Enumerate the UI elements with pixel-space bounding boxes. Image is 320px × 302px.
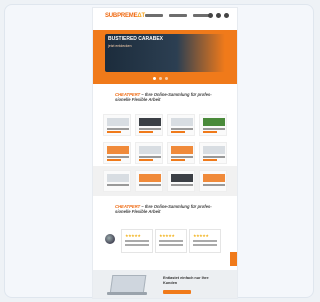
product-label — [171, 156, 193, 158]
carousel-dot[interactable] — [153, 77, 156, 80]
product-image — [107, 146, 129, 154]
nav-item[interactable] — [145, 14, 163, 17]
review-card[interactable]: ★★★★★ — [155, 229, 187, 253]
product-tile[interactable] — [135, 142, 163, 164]
review-text — [159, 240, 183, 242]
product-tile[interactable] — [135, 114, 163, 136]
category-label — [107, 184, 129, 186]
rating-stars: ★★★★★ — [193, 233, 209, 238]
product-label — [139, 156, 161, 158]
product-tile[interactable] — [103, 114, 131, 136]
reviews-row: ★★★★★ ★★★★★ ★★★★★ — [105, 229, 225, 253]
product-price — [139, 159, 153, 161]
reviewer-avatar — [105, 234, 115, 244]
category-tile[interactable] — [135, 170, 163, 192]
product-tile[interactable] — [167, 142, 195, 164]
category-tile[interactable] — [103, 170, 131, 192]
product-image — [171, 118, 193, 126]
carousel-dot[interactable] — [165, 77, 168, 80]
review-card[interactable]: ★★★★★ — [189, 229, 221, 253]
category-tile[interactable] — [199, 170, 227, 192]
product-image — [203, 118, 225, 126]
product-image — [139, 146, 161, 154]
header-icons — [208, 13, 229, 18]
category-grid — [103, 170, 227, 192]
category-label — [203, 184, 225, 186]
nav-item[interactable] — [169, 14, 187, 17]
promo-text: Entlastet einfach nur Ihre Kunden — [163, 276, 209, 285]
section-heading: CHEATPERT – Ihre Online-Sammlung für pro… — [115, 92, 215, 102]
review-text — [193, 240, 217, 242]
main-nav — [145, 14, 211, 17]
product-label — [107, 156, 129, 158]
product-tile[interactable] — [103, 142, 131, 164]
hero-subtitle: jetzt entdecken — [108, 44, 132, 48]
product-grid — [103, 114, 227, 164]
hero-title: BUSTIERED CARABEX — [108, 36, 164, 42]
webpage-preview[interactable]: SUBPREMEΔT BUSTIERED CARABEX jetzt entde… — [93, 8, 237, 298]
product-label — [107, 128, 129, 130]
category-label — [171, 184, 193, 186]
review-text — [125, 240, 149, 242]
review-text — [193, 244, 217, 246]
review-card[interactable]: ★★★★★ — [121, 229, 153, 253]
review-text — [159, 244, 183, 246]
review-text — [125, 244, 149, 246]
product-image — [107, 118, 129, 126]
carousel-dot[interactable] — [159, 77, 162, 80]
category-image — [203, 174, 225, 182]
product-image — [139, 118, 161, 126]
cart-icon[interactable] — [224, 13, 229, 18]
product-label — [139, 128, 161, 130]
laptop-image — [107, 275, 147, 297]
product-price — [203, 131, 217, 133]
product-image — [171, 146, 193, 154]
product-price — [139, 131, 153, 133]
rating-stars: ★★★★★ — [125, 233, 141, 238]
site-logo[interactable]: SUBPREMEΔT — [105, 13, 145, 22]
category-tile[interactable] — [167, 170, 195, 192]
product-price — [171, 131, 185, 133]
product-tile[interactable] — [167, 114, 195, 136]
product-tile[interactable] — [199, 142, 227, 164]
site-header: SUBPREMEΔT — [93, 8, 237, 30]
product-price — [107, 159, 121, 161]
product-tile[interactable] — [199, 114, 227, 136]
laptop-base — [107, 292, 147, 295]
product-label — [171, 128, 193, 130]
hero-banner[interactable]: BUSTIERED CARABEX jetzt entdecken — [93, 30, 237, 84]
logo-text: SUBPREME — [105, 13, 138, 19]
product-image — [203, 146, 225, 154]
promo-button[interactable] — [163, 290, 191, 294]
rating-stars: ★★★★★ — [159, 233, 175, 238]
category-label — [139, 184, 161, 186]
category-image — [139, 174, 161, 182]
search-icon[interactable] — [208, 13, 213, 18]
feedback-tab[interactable] — [230, 252, 237, 266]
promo-section: Entlastet einfach nur Ihre Kunden — [93, 270, 237, 298]
carousel-dots — [153, 77, 168, 80]
product-price — [203, 159, 217, 161]
category-image — [171, 174, 193, 182]
product-label — [203, 128, 225, 130]
product-price — [171, 159, 185, 161]
logo-accent: ΔT — [137, 13, 145, 19]
product-label — [203, 156, 225, 158]
account-icon[interactable] — [216, 13, 221, 18]
product-price — [107, 131, 121, 133]
category-image — [107, 174, 129, 182]
section-heading: CHEATPERT – Ihre Online-Sammlung für pro… — [115, 204, 215, 214]
